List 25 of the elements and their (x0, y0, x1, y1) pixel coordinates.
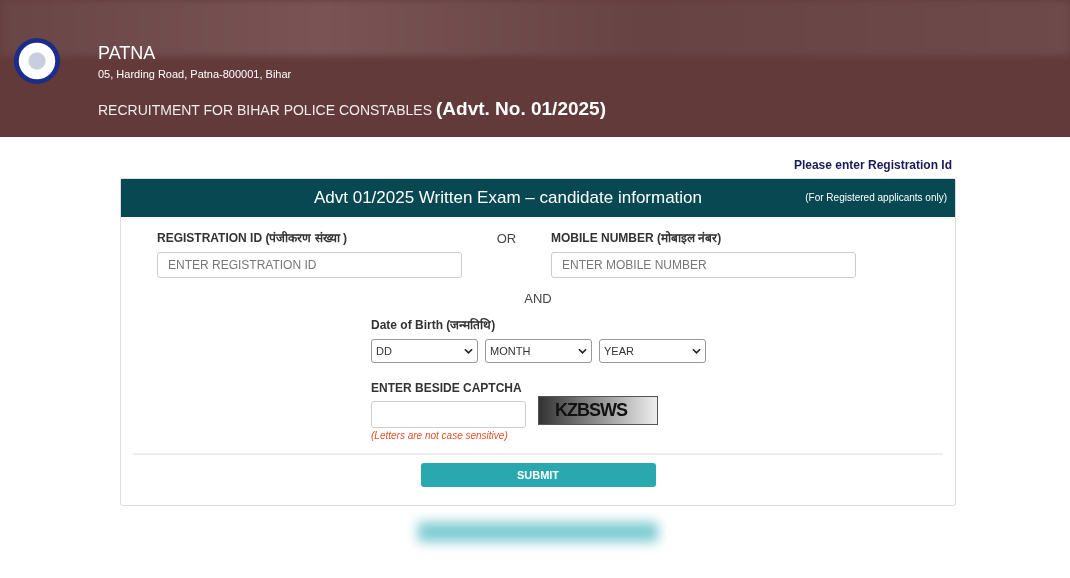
field-label: MOBILE NUMBER (मोबाइल नंबर) (551, 230, 723, 246)
emblem-icon (12, 36, 62, 86)
field-label: REGISTRATION ID (पंजीकरण संख्या ) (157, 230, 349, 246)
panel-title: Advt 01/2025 Written Exam – candidate information (313, 188, 703, 208)
field-label: ENTER BESIDE CAPTCHA (371, 381, 523, 395)
recruitment-title: RECRUITMENT FOR BIHAR POLICE CONSTABLES (98, 102, 432, 118)
field-label: Date of Birth (जन्मतिथि) (371, 317, 497, 333)
date-dropdown[interactable]: YEAR (599, 339, 706, 363)
captcha-image: KZBSWS (538, 396, 658, 425)
panel-note: (For Registered applicants only) (805, 192, 947, 203)
captcha-field[interactable] (371, 401, 526, 428)
and-text: AND (523, 291, 553, 306)
hint-text: Please enter Registration Id (792, 157, 953, 174)
org-name: PATNA (98, 44, 157, 62)
or-text: OR (495, 230, 518, 246)
registration-id-field[interactable]: ENTER REGISTRATION ID (157, 252, 462, 278)
mobile-number-field[interactable]: ENTER MOBILE NUMBER (551, 252, 856, 278)
chevron-icon (578, 348, 587, 354)
date-dropdown[interactable]: DD (371, 339, 478, 363)
advt-number: (Advt. No. 01/2025) (436, 98, 606, 120)
chevron-icon (692, 348, 701, 354)
date-dropdown[interactable]: MONTH (485, 339, 592, 363)
address-text: 05, Harding Road, Patna-800001, Bihar (98, 68, 293, 80)
case-note: (Letters are not case sensitive) (371, 430, 509, 441)
chevron-icon (464, 348, 473, 354)
